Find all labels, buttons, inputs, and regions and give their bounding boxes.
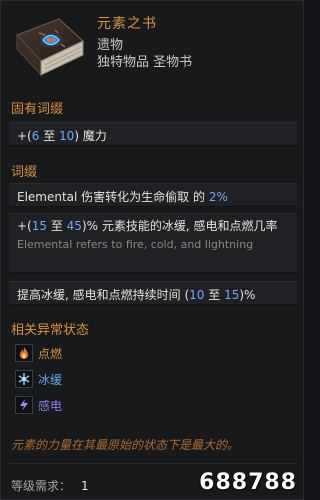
- affix-2-min: 15: [31, 219, 48, 233]
- status-item-chill[interactable]: 冰缓: [15, 367, 79, 391]
- requirement-value: 1: [81, 479, 89, 493]
- affix-3-max: 15: [224, 288, 240, 302]
- implicit-sep: 至: [39, 129, 60, 143]
- implicit-max: 10: [59, 129, 75, 143]
- affix-2-max: 45: [66, 219, 82, 233]
- divider: [9, 463, 297, 464]
- affix-3: 提高冰缓, 感电和点燃持续时间 (10 至 15)%: [9, 281, 297, 305]
- affix-2-sep: 至: [47, 219, 67, 233]
- ice-icon: [15, 370, 33, 388]
- status-label-shock: 感电: [38, 398, 63, 413]
- requirement-label: 等级需求：: [11, 479, 72, 493]
- affix-2-line: +(15 至 45)% 元素技能的冰缓, 感电和点燃几率: [17, 218, 289, 234]
- status-list: 点燃 冰缓 感电: [15, 341, 79, 421]
- item-tooltip: 元素之书 遗物 独特物品 圣物书 固有词缀 +(6 至 10) 魔力 词缀 El…: [0, 0, 304, 500]
- status-item-burn[interactable]: 点燃: [15, 341, 79, 365]
- affix-3-suffix: )%: [239, 288, 256, 302]
- item-subtype: 独特物品 圣物书: [97, 55, 193, 70]
- item-header: 元素之书 遗物 独特物品 圣物书: [1, 1, 305, 89]
- watermark: 688788: [199, 470, 297, 495]
- statuses-title: 相关异常状态: [11, 323, 90, 338]
- status-item-shock[interactable]: 感电: [15, 393, 79, 417]
- affix-2-prefix: +(: [17, 219, 32, 233]
- affix-3-min: 10: [189, 288, 205, 302]
- item-name: 元素之书: [97, 16, 157, 32]
- implicit-suffix: ) 魔力: [74, 129, 107, 143]
- level-requirement: 等级需求： 1: [11, 477, 89, 494]
- implicit-title: 固有词缀: [11, 102, 64, 117]
- affix-2-note: Elemental refers to fire, cold, and ligh…: [17, 238, 254, 251]
- affixes-title: 词缀: [11, 165, 38, 180]
- affix-1-value: 2%: [208, 190, 228, 204]
- book-icon: [15, 18, 85, 77]
- fire-icon: [15, 344, 33, 362]
- affix-2-suffix: )% 元素技能的冰缓, 感电和点燃几率: [81, 219, 278, 233]
- status-label-chill: 冰缓: [38, 372, 63, 387]
- status-label-burn: 点燃: [38, 346, 63, 361]
- lightning-icon: [15, 396, 33, 414]
- affix-1-text: Elemental 伤害转化为生命偷取 的: [17, 190, 209, 204]
- implicit-prefix: +(: [17, 129, 32, 143]
- flavor-text: 元素的力量在其最原始的状态下是最大的。: [11, 438, 240, 452]
- affix-1: Elemental 伤害转化为生命偷取 的 2%: [9, 183, 297, 207]
- affix-2: +(15 至 45)% 元素技能的冰缓, 感电和点燃几率 Elemental r…: [9, 213, 297, 273]
- affix-3-sep: 至: [204, 288, 225, 302]
- affix-3-text: 提高冰缓, 感电和点燃持续时间 (: [17, 288, 190, 302]
- implicit-affix: +(6 至 10) 魔力: [9, 122, 297, 146]
